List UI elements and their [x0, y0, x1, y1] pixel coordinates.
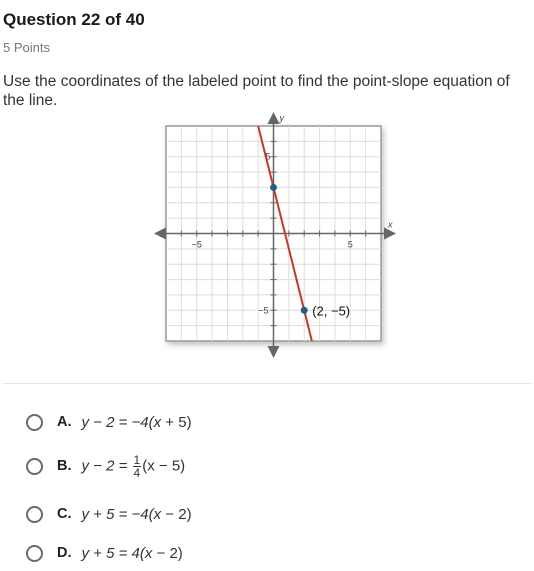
option-text: y − 2 = −4(x + 5) — [82, 414, 192, 431]
x-axis-left-arrow — [154, 227, 166, 240]
option-text: y + 5 = 4(x − 2) — [82, 545, 183, 562]
x-tick-label: −5 — [192, 240, 202, 250]
points-label: 5 Points — [3, 40, 50, 55]
radio-button[interactable] — [26, 544, 43, 562]
equation-lhs: y − 2 = — [81, 456, 132, 474]
equation-rhs: (x − 5) — [142, 456, 186, 474]
x-tick-label: 5 — [348, 240, 353, 250]
y-axis-down-arrow — [267, 346, 280, 358]
y-axis-label: y — [279, 113, 285, 123]
equation-rhs: − 2) — [152, 544, 183, 562]
option-letter: A. — [57, 414, 72, 430]
equation-rhs: + 5) — [161, 413, 192, 431]
option-d[interactable]: D. y + 5 = 4(x − 2) — [26, 540, 183, 566]
fraction: 14 — [132, 452, 142, 480]
coordinate-graph: −5 55−5xy (2, −5) — [154, 112, 396, 358]
fraction-denominator: 4 — [133, 465, 141, 480]
x-axis-label: x — [387, 220, 393, 230]
plotted-point — [300, 306, 308, 314]
option-b[interactable]: B. y − 2 = 1 4 (x − 5) — [26, 453, 185, 479]
question-prompt: Use the coordinates of the labeled point… — [3, 73, 510, 109]
option-c[interactable]: C. y + 5 = −4(x − 2) — [26, 501, 192, 527]
option-letter: C. — [57, 506, 72, 522]
divider — [3, 383, 531, 384]
equation-rhs: − 2) — [161, 505, 192, 523]
radio-button[interactable] — [26, 457, 43, 475]
plotted-point — [270, 183, 277, 191]
option-a[interactable]: A. y − 2 = −4(x + 5) — [26, 409, 192, 435]
equation-lhs: y + 5 = 4( — [81, 544, 145, 562]
option-letter: B. — [57, 458, 72, 474]
radio-button[interactable] — [26, 505, 43, 523]
option-letter: D. — [57, 545, 72, 561]
y-tick-label: −5 — [258, 305, 268, 315]
radio-button[interactable] — [26, 413, 43, 431]
equation-lhs: y + 5 = −4( — [81, 505, 154, 523]
point-label: (2, −5) — [312, 303, 350, 318]
option-text: y − 2 = 1 4 (x − 5) — [82, 454, 186, 479]
option-text: y + 5 = −4(x − 2) — [82, 506, 192, 523]
y-axis-up-arrow — [267, 112, 280, 124]
fraction-numerator: 1 — [132, 452, 142, 467]
question-title: Question 22 of 40 — [3, 10, 145, 29]
equation-lhs: y − 2 = −4( — [81, 413, 154, 431]
